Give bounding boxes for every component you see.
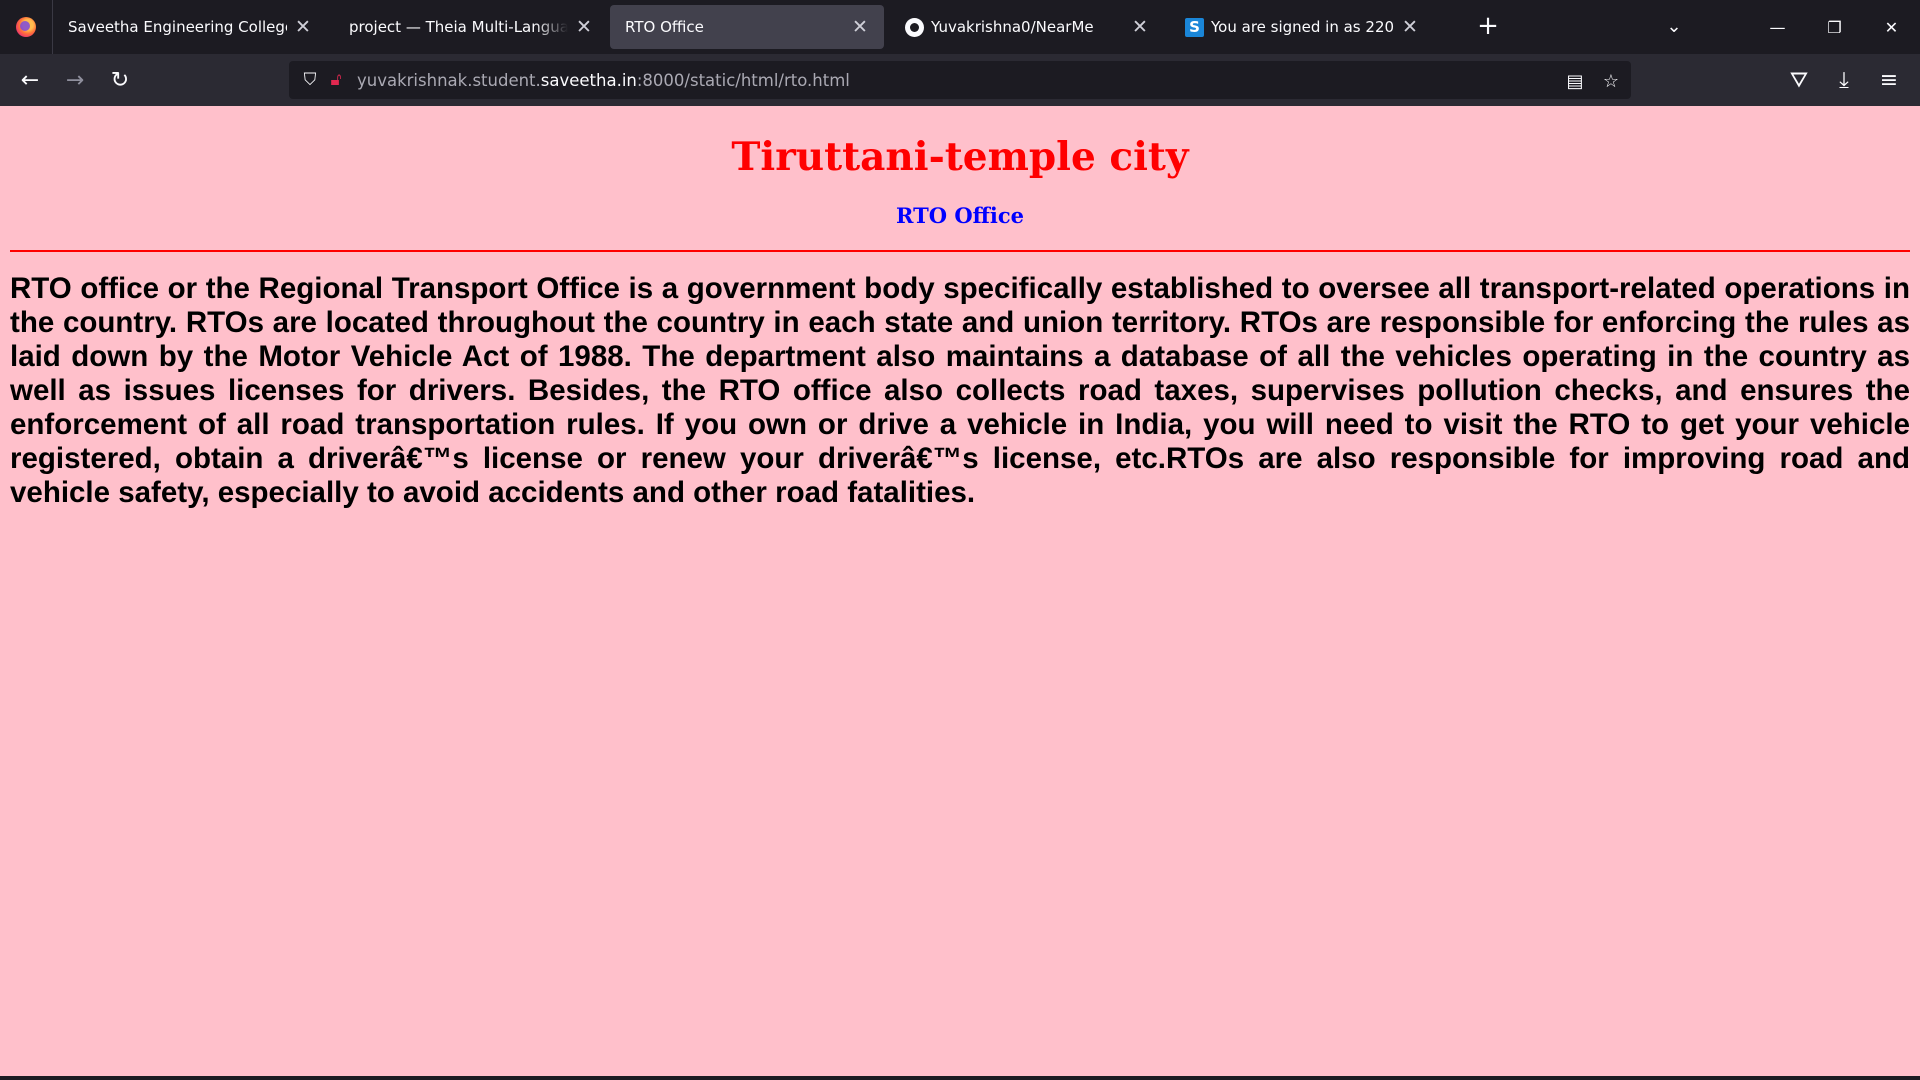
url-suffix: :8000/static/html/rto.html [636, 70, 850, 90]
star-icon[interactable]: ☆ [1599, 69, 1623, 93]
tab-strip: Saveetha Engineering College ✕ project —… [0, 0, 1920, 54]
firefox-logo-icon [16, 17, 36, 37]
close-icon[interactable]: ✕ [293, 17, 313, 37]
tab-title: Saveetha Engineering College [68, 18, 287, 36]
close-icon[interactable]: ✕ [574, 17, 594, 37]
hamburger-menu-icon[interactable]: ≡ [1873, 64, 1905, 96]
forward-arrow-icon[interactable]: → [59, 64, 91, 96]
shield-icon[interactable]: ⛉ [299, 69, 321, 91]
close-icon[interactable]: ✕ [1130, 17, 1150, 37]
tab-title: project — Theia Multi-Language Ex [349, 18, 568, 36]
url-domain: saveetha.in [540, 70, 637, 90]
tab-saveetha-engineering-college[interactable]: Saveetha Engineering College ✕ [53, 5, 327, 49]
url-prefix: yuvakrishnak.student. [357, 70, 541, 90]
horizontal-rule [10, 250, 1910, 252]
close-icon[interactable]: ✕ [850, 17, 870, 37]
page-title: Tiruttani-temple city [731, 134, 1189, 180]
firefox-menu-button[interactable] [0, 0, 53, 54]
url-bar[interactable]: ⛉ 🔓︎ yuvakrishnak.student.saveetha.in:80… [289, 61, 1631, 99]
navigation-toolbar: ← → ↻ ⛉ 🔓︎ yuvakrishnak.student.saveetha… [0, 54, 1920, 106]
tab-signed-in[interactable]: S You are signed in as 22007191 ✕ [1170, 5, 1434, 49]
window-bottom-edge [0, 1076, 1920, 1080]
body-paragraph: RTO office or the Regional Transport Off… [10, 272, 1910, 509]
s-icon: S [1185, 17, 1204, 37]
page-content: Tiruttani-temple city RTO Office RTO off… [0, 106, 1920, 1076]
minimize-icon[interactable]: — [1755, 0, 1800, 54]
download-icon[interactable]: ⤓ [1828, 64, 1860, 96]
github-icon [905, 17, 924, 37]
reload-icon[interactable]: ↻ [104, 64, 136, 96]
tab-title: Yuvakrishna0/NearMe [931, 18, 1094, 36]
page-subtitle: RTO Office [896, 203, 1024, 228]
url-text[interactable]: yuvakrishnak.student.saveetha.in:8000/st… [357, 71, 850, 90]
back-arrow-icon[interactable]: ← [14, 64, 46, 96]
pocket-icon[interactable]: ⛛ [1783, 64, 1815, 96]
tab-github-nearme[interactable]: Yuvakrishna0/NearMe ✕ [890, 5, 1164, 49]
plus-icon[interactable]: + [1474, 13, 1502, 41]
tab-project-theia[interactable]: project — Theia Multi-Language Ex ✕ [334, 5, 608, 49]
chevron-down-icon[interactable]: ⌄ [1659, 12, 1689, 42]
tab-title: You are signed in as 22007191 [1211, 18, 1394, 36]
restore-icon[interactable]: ❐ [1812, 0, 1857, 54]
close-icon[interactable]: ✕ [1400, 17, 1420, 37]
close-window-icon[interactable]: ✕ [1869, 0, 1914, 54]
insecure-lock-icon[interactable]: 🔓︎ [325, 69, 347, 91]
reader-view-icon[interactable]: ▤ [1563, 69, 1587, 93]
tab-rto-office[interactable]: RTO Office ✕ [610, 5, 884, 49]
tab-title: RTO Office [625, 18, 704, 36]
